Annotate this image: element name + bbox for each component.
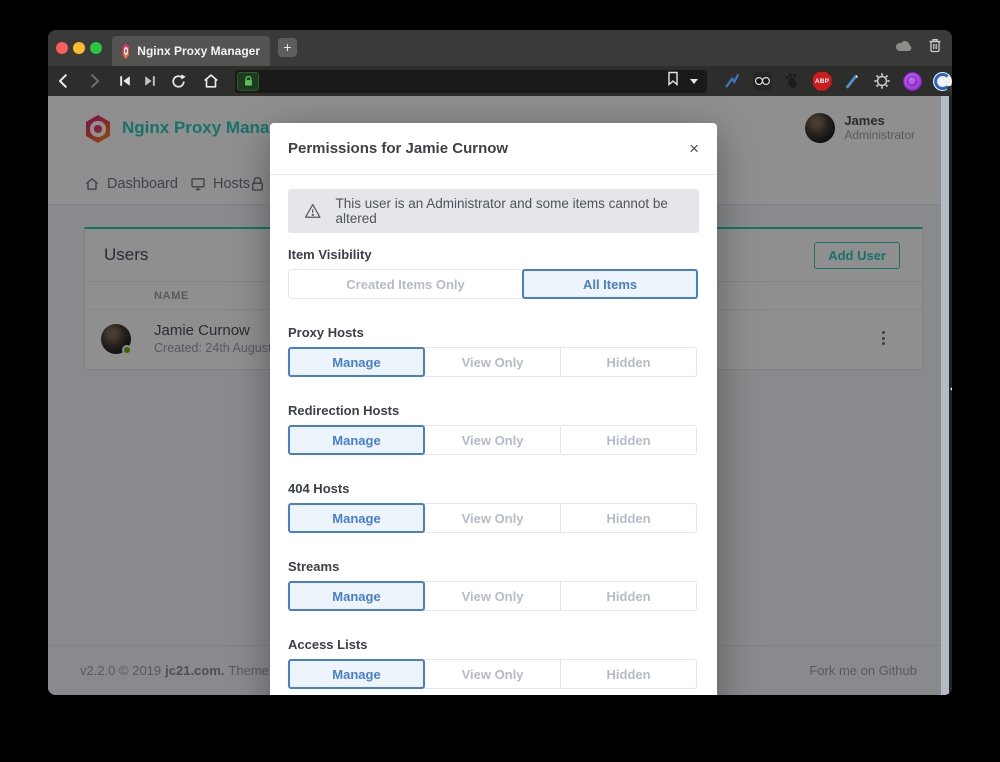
option-all-items[interactable]: All Items [522, 269, 698, 299]
perm-section-label: Redirection Hosts [288, 403, 699, 419]
extension-icons: ABP [722, 71, 952, 91]
close-icon[interactable]: × [689, 140, 699, 157]
browser-window: Nginx Proxy Manager + [48, 30, 952, 695]
visibility-button-group: Created Items Only All Items [288, 269, 699, 299]
window-zoom-button[interactable] [90, 42, 102, 54]
tabbar-right-controls [895, 30, 942, 66]
modal-title: Permissions for Jamie Curnow [288, 140, 508, 157]
sync-cloud-icon[interactable] [895, 39, 913, 57]
perm-section-proxy-hosts: Proxy Hosts Manage View Only Hidden [288, 325, 699, 377]
npm-favicon-icon [122, 43, 129, 59]
window-edge-strip [949, 96, 952, 695]
extension-purple-icon[interactable] [902, 71, 922, 91]
option-hidden[interactable]: Hidden [560, 659, 697, 689]
reload-icon[interactable] [167, 69, 191, 93]
option-view-only[interactable]: View Only [424, 503, 561, 533]
option-manage[interactable]: Manage [288, 425, 425, 455]
proxy-hosts-button-group: Manage View Only Hidden [288, 347, 699, 377]
new-tab-button[interactable]: + [278, 38, 297, 57]
abp-label: ABP [815, 78, 829, 85]
perm-section-label: Item Visibility [288, 247, 699, 263]
option-manage[interactable]: Manage [288, 581, 425, 611]
streams-button-group: Manage View Only Hidden [288, 581, 699, 611]
window-close-button[interactable] [56, 42, 68, 54]
perm-section-access-lists: Access Lists Manage View Only Hidden [288, 637, 699, 689]
adblock-plus-icon[interactable]: ABP [812, 71, 832, 91]
extension-gauge-icon[interactable] [932, 71, 952, 91]
option-hidden[interactable]: Hidden [560, 347, 697, 377]
extension-pen-icon[interactable] [842, 71, 862, 91]
alert-text: This user is an Administrator and some i… [336, 196, 684, 226]
back-button[interactable] [52, 69, 76, 93]
option-created-items-only[interactable]: Created Items Only [288, 269, 523, 299]
tab-title: Nginx Proxy Manager [137, 44, 260, 58]
option-hidden[interactable]: Hidden [560, 503, 697, 533]
bookmark-flag-icon[interactable] [667, 71, 679, 91]
perm-section-label: Access Lists [288, 637, 699, 653]
permissions-modal: Permissions for Jamie Curnow × This user… [270, 123, 717, 695]
option-view-only[interactable]: View Only [424, 347, 561, 377]
extension-goggles-icon[interactable] [752, 71, 772, 91]
perm-section-item-visibility: Item Visibility Created Items Only All I… [288, 247, 699, 299]
bookmark-dropdown-icon[interactable] [690, 79, 698, 84]
screenshot-stage: Nginx Proxy Manager + [0, 0, 1000, 762]
option-manage[interactable]: Manage [288, 347, 425, 377]
extension-gear-icon[interactable] [872, 71, 892, 91]
option-view-only[interactable]: View Only [424, 581, 561, 611]
trash-icon[interactable] [928, 38, 942, 58]
https-lock-icon[interactable] [237, 72, 259, 91]
page-scrollbar[interactable] [941, 96, 949, 695]
window-minimize-button[interactable] [73, 42, 85, 54]
access-lists-button-group: Manage View Only Hidden [288, 659, 699, 689]
perm-section-label: Streams [288, 559, 699, 575]
option-hidden[interactable]: Hidden [560, 581, 697, 611]
browser-tab[interactable]: Nginx Proxy Manager [112, 36, 270, 66]
panel-toggle-arrow-icon[interactable] [950, 384, 952, 394]
perm-section-streams: Streams Manage View Only Hidden [288, 559, 699, 611]
perm-section-404-hosts: 404 Hosts Manage View Only Hidden [288, 481, 699, 533]
extension-foot-icon[interactable] [782, 71, 802, 91]
admin-alert: This user is an Administrator and some i… [288, 189, 699, 233]
browser-tab-bar: Nginx Proxy Manager + [48, 30, 952, 66]
perm-section-label: Proxy Hosts [288, 325, 699, 341]
option-view-only[interactable]: View Only [424, 659, 561, 689]
option-manage[interactable]: Manage [288, 503, 425, 533]
page-viewport: Nginx Proxy Manager James Administrator [48, 96, 952, 695]
traffic-lights [56, 42, 102, 54]
forward-button[interactable] [83, 69, 107, 93]
option-view-only[interactable]: View Only [424, 425, 561, 455]
option-manage[interactable]: Manage [288, 659, 425, 689]
browser-toolbar: ABP [48, 66, 952, 96]
perm-section-label: 404 Hosts [288, 481, 699, 497]
extension-blue-lines-icon[interactable] [722, 71, 742, 91]
perm-section-redirection-hosts: Redirection Hosts Manage View Only Hidde… [288, 403, 699, 455]
warning-icon [304, 202, 322, 220]
home-button[interactable] [200, 69, 224, 93]
rewind-button[interactable] [113, 69, 137, 93]
modal-header: Permissions for Jamie Curnow × [270, 123, 717, 175]
404-hosts-button-group: Manage View Only Hidden [288, 503, 699, 533]
redirection-hosts-button-group: Manage View Only Hidden [288, 425, 699, 455]
modal-body: This user is an Administrator and some i… [270, 175, 717, 689]
fast-forward-button[interactable] [139, 69, 163, 93]
option-hidden[interactable]: Hidden [560, 425, 697, 455]
address-bar[interactable] [235, 70, 707, 93]
